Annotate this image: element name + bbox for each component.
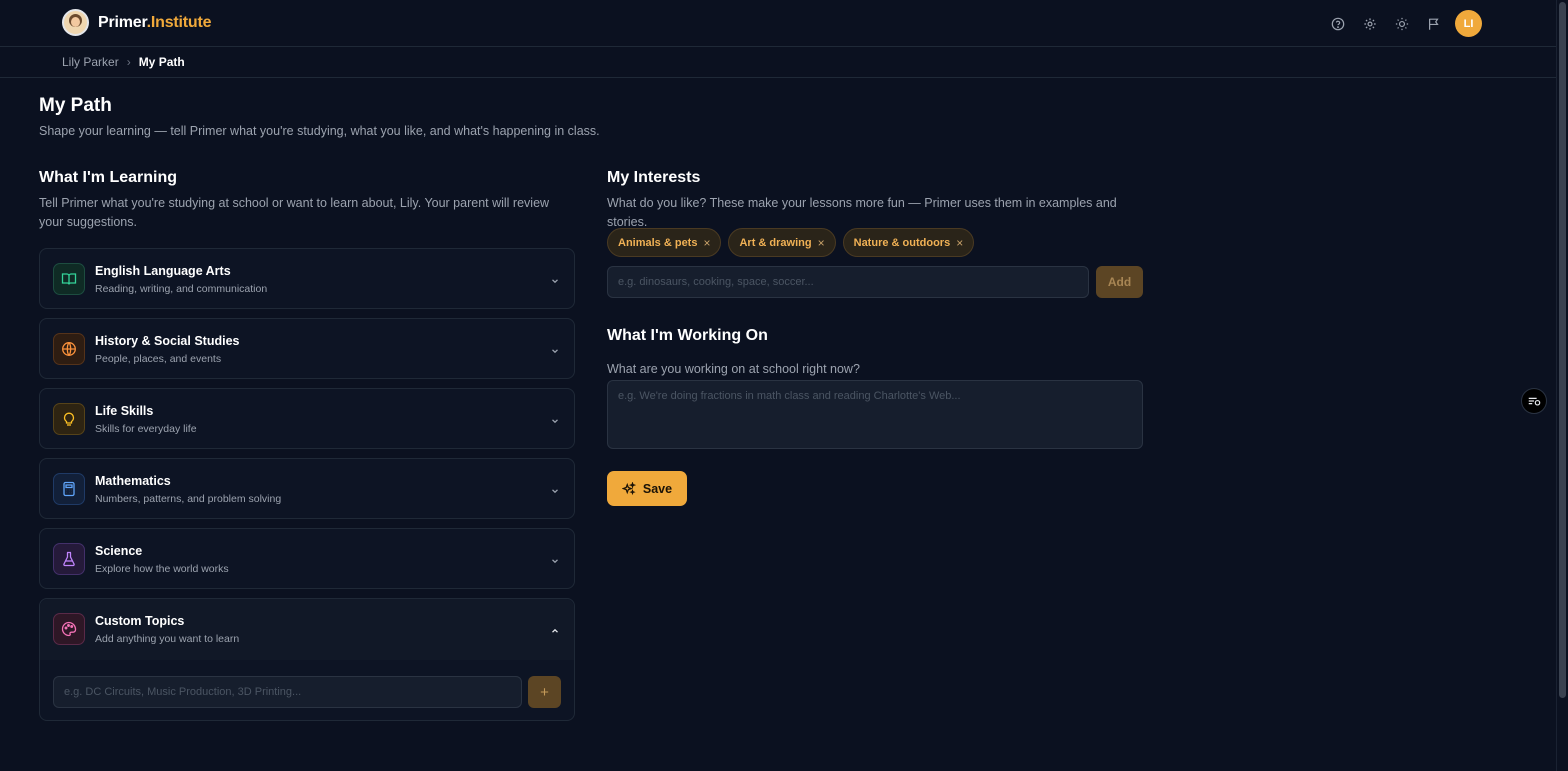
page-subtitle: Shape your learning — tell Primer what y… — [39, 124, 600, 138]
help-icon[interactable] — [1322, 11, 1354, 37]
chip-label: Art & drawing — [739, 236, 812, 249]
chevron-down-icon[interactable] — [550, 343, 560, 361]
interest-chip: Animals & pets × — [607, 228, 722, 257]
subject-desc: Reading, writing, and communication — [95, 283, 268, 295]
subject-name: English Language Arts — [95, 264, 231, 278]
subject-history[interactable]: History & Social Studies People, places,… — [39, 318, 575, 379]
subject-english[interactable]: English Language Arts Reading, writing, … — [39, 248, 575, 309]
interest-chip: Nature & outdoors × — [842, 228, 975, 257]
breadcrumb-separator: › — [126, 55, 131, 69]
palette-icon — [53, 613, 85, 645]
subject-name: History & Social Studies — [95, 334, 240, 348]
subject-desc: People, places, and events — [95, 353, 222, 365]
chevron-down-icon[interactable] — [550, 273, 560, 291]
subject-desc: Explore how the world works — [95, 563, 229, 575]
interests-title: My Interests — [607, 169, 701, 186]
subject-name: Science — [95, 544, 143, 558]
interest-input[interactable]: e.g. dinosaurs, cooking, space, soccer..… — [607, 266, 1089, 298]
subject-science[interactable]: Science Explore how the world works — [39, 528, 575, 589]
subject-list: English Language Arts Reading, writing, … — [39, 248, 575, 721]
breadcrumb-parent[interactable]: Lily Parker — [62, 55, 119, 69]
globe-icon — [53, 333, 85, 365]
book-icon — [53, 263, 85, 295]
remove-chip-icon[interactable]: × — [703, 236, 710, 250]
subject-mathematics[interactable]: Mathematics Numbers, patterns, and probl… — [39, 458, 575, 519]
learning-section: What I'm Learning Tell Primer what you'r… — [39, 169, 575, 730]
logo-avatar-icon — [62, 9, 89, 36]
learning-title: What I'm Learning — [39, 169, 178, 186]
subject-desc: Skills for everyday life — [95, 423, 197, 435]
chevron-down-icon[interactable] — [550, 413, 560, 431]
page-title: My Path — [39, 95, 112, 116]
interests-section: My Interests What do you like? These mak… — [607, 169, 1144, 506]
remove-chip-icon[interactable]: × — [818, 236, 825, 250]
save-label: Save — [642, 481, 673, 496]
subject-name: Mathematics — [95, 474, 171, 488]
subject-name: Life Skills — [95, 404, 154, 418]
breadcrumb-current: My Path — [138, 55, 185, 69]
settings-icon[interactable] — [1354, 11, 1386, 37]
subject-desc: Numbers, patterns, and problem solving — [95, 493, 282, 505]
working-on-title: What I'm Working On — [607, 327, 768, 344]
brand-name: Primer.Institute — [98, 13, 212, 31]
subject-custom-topics: Custom Topics Add anything you want to l… — [39, 598, 575, 721]
working-on-textarea[interactable]: e.g. We're doing fractions in math class… — [607, 380, 1143, 449]
subject-life-skills[interactable]: Life Skills Skills for everyday life — [39, 388, 575, 449]
calculator-icon — [53, 473, 85, 505]
add-interest-button[interactable]: Add — [1096, 266, 1143, 298]
chevron-up-icon[interactable] — [550, 623, 560, 641]
subject-desc: Add anything you want to learn — [95, 633, 240, 645]
flask-icon — [53, 543, 85, 575]
scrollbar-thumb[interactable] — [1559, 2, 1566, 698]
chevron-down-icon[interactable] — [550, 553, 560, 571]
breadcrumb: Lily Parker › My Path — [62, 55, 185, 69]
learning-description: Tell Primer what you're studying at scho… — [39, 196, 550, 229]
floating-assistant-icon[interactable] — [1521, 388, 1547, 414]
subject-name: Custom Topics — [95, 614, 185, 628]
lightbulb-icon — [53, 403, 85, 435]
brand-logo[interactable]: Primer.Institute — [62, 9, 211, 36]
remove-chip-icon[interactable]: × — [956, 236, 963, 250]
flag-icon[interactable] — [1418, 11, 1450, 37]
save-button[interactable]: Save — [607, 471, 687, 506]
add-custom-topic-button[interactable]: + — [528, 676, 561, 708]
interest-chips: Animals & pets × Art & drawing × Nature … — [607, 228, 975, 257]
breadcrumb-bar: Lily Parker › My Path — [0, 47, 1556, 78]
chip-label: Nature & outdoors — [853, 236, 951, 249]
custom-topic-input[interactable]: e.g. DC Circuits, Music Production, 3D P… — [53, 676, 522, 708]
top-bar: Primer.Institute LI — [0, 0, 1556, 47]
sparkles-icon — [621, 481, 636, 495]
chip-label: Animals & pets — [618, 236, 698, 249]
chevron-down-icon[interactable] — [550, 483, 560, 501]
interest-chip: Art & drawing × — [728, 228, 836, 257]
user-avatar[interactable]: LI — [1455, 10, 1482, 37]
working-on-description: What are you working on at school right … — [607, 362, 860, 376]
top-icons: LI — [1322, 10, 1482, 37]
custom-topics-header[interactable]: Custom Topics Add anything you want to l… — [40, 599, 574, 660]
theme-sun-icon[interactable] — [1386, 11, 1418, 37]
interests-description: What do you like? These make your lesson… — [607, 196, 1117, 229]
